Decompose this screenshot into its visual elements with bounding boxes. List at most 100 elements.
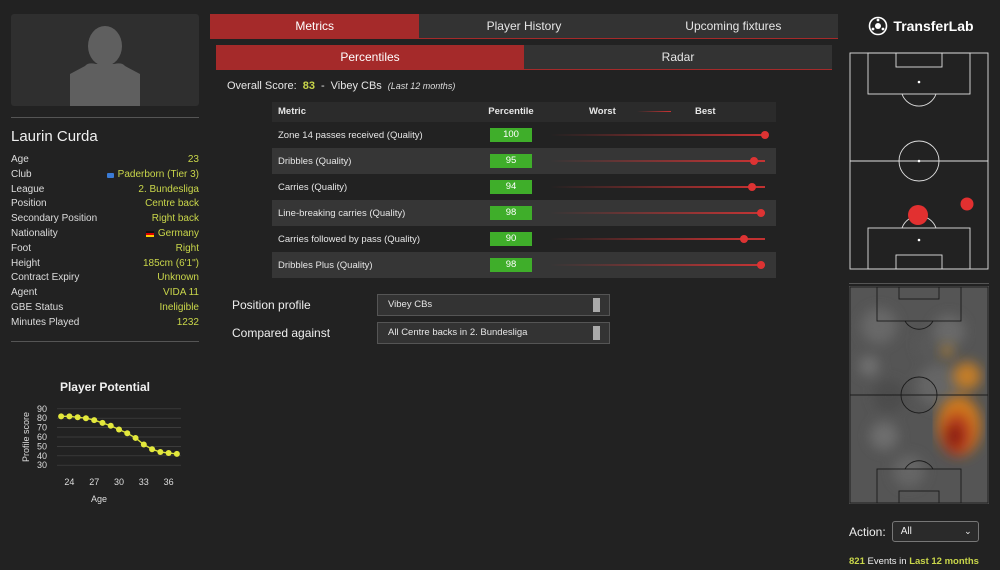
y-axis-label: Profile score — [21, 412, 31, 462]
info-key: Foot — [11, 242, 32, 254]
tab-metrics[interactable]: Metrics — [210, 14, 420, 38]
metric-row: Carries (Quality) 94 — [272, 174, 776, 200]
divider — [849, 283, 989, 284]
tab-upcoming-fixtures[interactable]: Upcoming fixtures — [628, 14, 838, 38]
percentile-bar — [545, 148, 776, 174]
event-marker — [960, 197, 974, 211]
overall-separator: - — [320, 80, 325, 92]
info-row: Height 185cm (6'1") — [11, 257, 199, 272]
percentile-cell: 90 — [477, 232, 545, 246]
overall-score: Overall Score: 83 - Vibey CBs (Last 12 m… — [227, 80, 838, 92]
overall-period: (Last 12 months) — [387, 81, 456, 91]
tab-player-history[interactable]: Player History — [419, 14, 629, 38]
select-handle-icon — [593, 298, 600, 312]
info-key: League — [11, 183, 45, 195]
profile-controls: Position profile Vibey CBs Compared agai… — [232, 294, 610, 350]
percentile-bar — [545, 252, 776, 278]
heatmap-pitch — [849, 286, 989, 504]
info-key: GBE Status — [11, 301, 64, 313]
percentile-bar-line — [550, 160, 765, 162]
action-select[interactable]: All ⌄ — [891, 521, 979, 542]
y-tick-label: 70 — [37, 423, 47, 433]
overall-label: Overall Score: — [227, 80, 297, 92]
percentile-bar-line — [550, 264, 765, 266]
info-row: Agent VIDA 11 — [11, 286, 199, 301]
info-value-text: Germany — [157, 227, 199, 239]
data-point — [66, 413, 73, 420]
percentile-dot — [748, 183, 757, 191]
club-badge-icon — [106, 172, 114, 178]
player-avatar — [11, 14, 199, 106]
y-tick-label: 90 — [37, 404, 47, 414]
player-info-table: Age 23 Club Paderborn (Tier 3) League 2. Bund… — [11, 153, 199, 331]
percentile-bar — [545, 122, 776, 148]
data-point — [91, 417, 98, 424]
percentile-bar — [545, 226, 776, 252]
percentile-bar-line — [550, 238, 765, 240]
player-panel: Laurin Curda Age 23 Club Paderborn (Tier 3)… — [11, 14, 199, 342]
info-value: Centre back — [145, 197, 199, 212]
events-summary: 821 Events in Last 12 months — [849, 556, 989, 567]
subtab-radar[interactable]: Radar — [524, 45, 832, 69]
percentile-bar-line — [550, 186, 765, 188]
info-value-text: 23 — [187, 154, 199, 165]
y-tick-label: 50 — [37, 441, 47, 451]
metric-row: Line-breaking carries (Quality) 98 — [272, 200, 776, 226]
info-row: Age 23 — [11, 153, 199, 168]
info-row: Minutes Played 1232 — [11, 316, 199, 331]
percentile-badge: 98 — [490, 206, 532, 220]
info-value: Unknown — [157, 271, 199, 286]
data-point — [58, 413, 65, 420]
data-point — [124, 430, 131, 437]
info-value: VIDA 11 — [163, 286, 199, 301]
data-point — [107, 422, 114, 429]
select-handle-icon — [593, 326, 600, 340]
info-value: Right — [176, 242, 199, 257]
info-value: Paderborn (Tier 3) — [106, 168, 199, 183]
metric-name: Zone 14 passes received (Quality) — [278, 129, 423, 141]
info-row: Nationality Germany — [11, 227, 199, 242]
y-tick-label: 30 — [37, 460, 47, 470]
main-content: Metrics Player History Upcoming fixtures… — [210, 14, 838, 344]
info-value-text: VIDA 11 — [163, 287, 199, 299]
info-row: Foot Right — [11, 242, 199, 257]
info-key: Secondary Position — [11, 213, 98, 225]
data-point — [173, 450, 180, 457]
potential-chart-svg: 3040506070809024 27 30 33 36AgeProfile score — [21, 404, 181, 504]
action-value: All — [900, 526, 912, 537]
info-value-text: 2. Bundesliga — [138, 183, 199, 195]
info-row: Secondary Position Right back — [11, 212, 199, 227]
pitch-panel: TransferLab Action: All ⌄ 821 Events in … — [849, 14, 989, 567]
info-value: 1232 — [177, 316, 199, 331]
percentile-badge: 94 — [490, 180, 532, 194]
events-pitch-map — [849, 52, 989, 270]
info-row: GBE Status Ineligible — [11, 301, 199, 316]
metrics-body: Zone 14 passes received (Quality) 100 Drib… — [272, 122, 776, 278]
info-value-text: 1232 — [176, 316, 199, 328]
player-name: Laurin Curda — [11, 128, 98, 145]
percentile-cell: 94 — [477, 180, 545, 194]
percentile-badge: 90 — [490, 232, 532, 246]
compared-against-select[interactable]: All Centre backs in 2. Bundesliga — [377, 322, 610, 344]
info-value: Ineligible — [160, 301, 199, 316]
position-profile-label: Position profile — [232, 298, 311, 312]
position-profile-select[interactable]: Vibey CBs — [377, 294, 610, 316]
football-logo-icon — [869, 16, 888, 36]
metric-row: Carries followed by pass (Quality) 90 — [272, 226, 776, 252]
x-tick-label: 30 — [114, 477, 124, 487]
info-key: Minutes Played — [11, 316, 80, 328]
metric-row: Dribbles (Quality) 95 — [272, 148, 776, 174]
info-key: Agent — [11, 287, 38, 299]
player-potential-chart: Player Potential 30 40 50 60 70 80 90 24 27 30 33 3… — [11, 380, 199, 515]
data-point — [149, 446, 156, 453]
info-value-text: Ineligible — [159, 301, 199, 313]
subtab-percentiles[interactable]: Percentiles — [216, 45, 524, 69]
germany-flag-icon — [145, 231, 154, 238]
y-tick-label: 40 — [37, 451, 47, 461]
percentile-dot — [756, 261, 765, 269]
legend-worst: Worst — [589, 106, 616, 117]
chevron-down-icon: ⌄ — [964, 526, 972, 536]
avatar-silhouette-icon — [70, 26, 140, 106]
compared-against-control: Compared against All Centre backs in 2. … — [232, 322, 610, 344]
legend-best: Best — [695, 106, 716, 117]
